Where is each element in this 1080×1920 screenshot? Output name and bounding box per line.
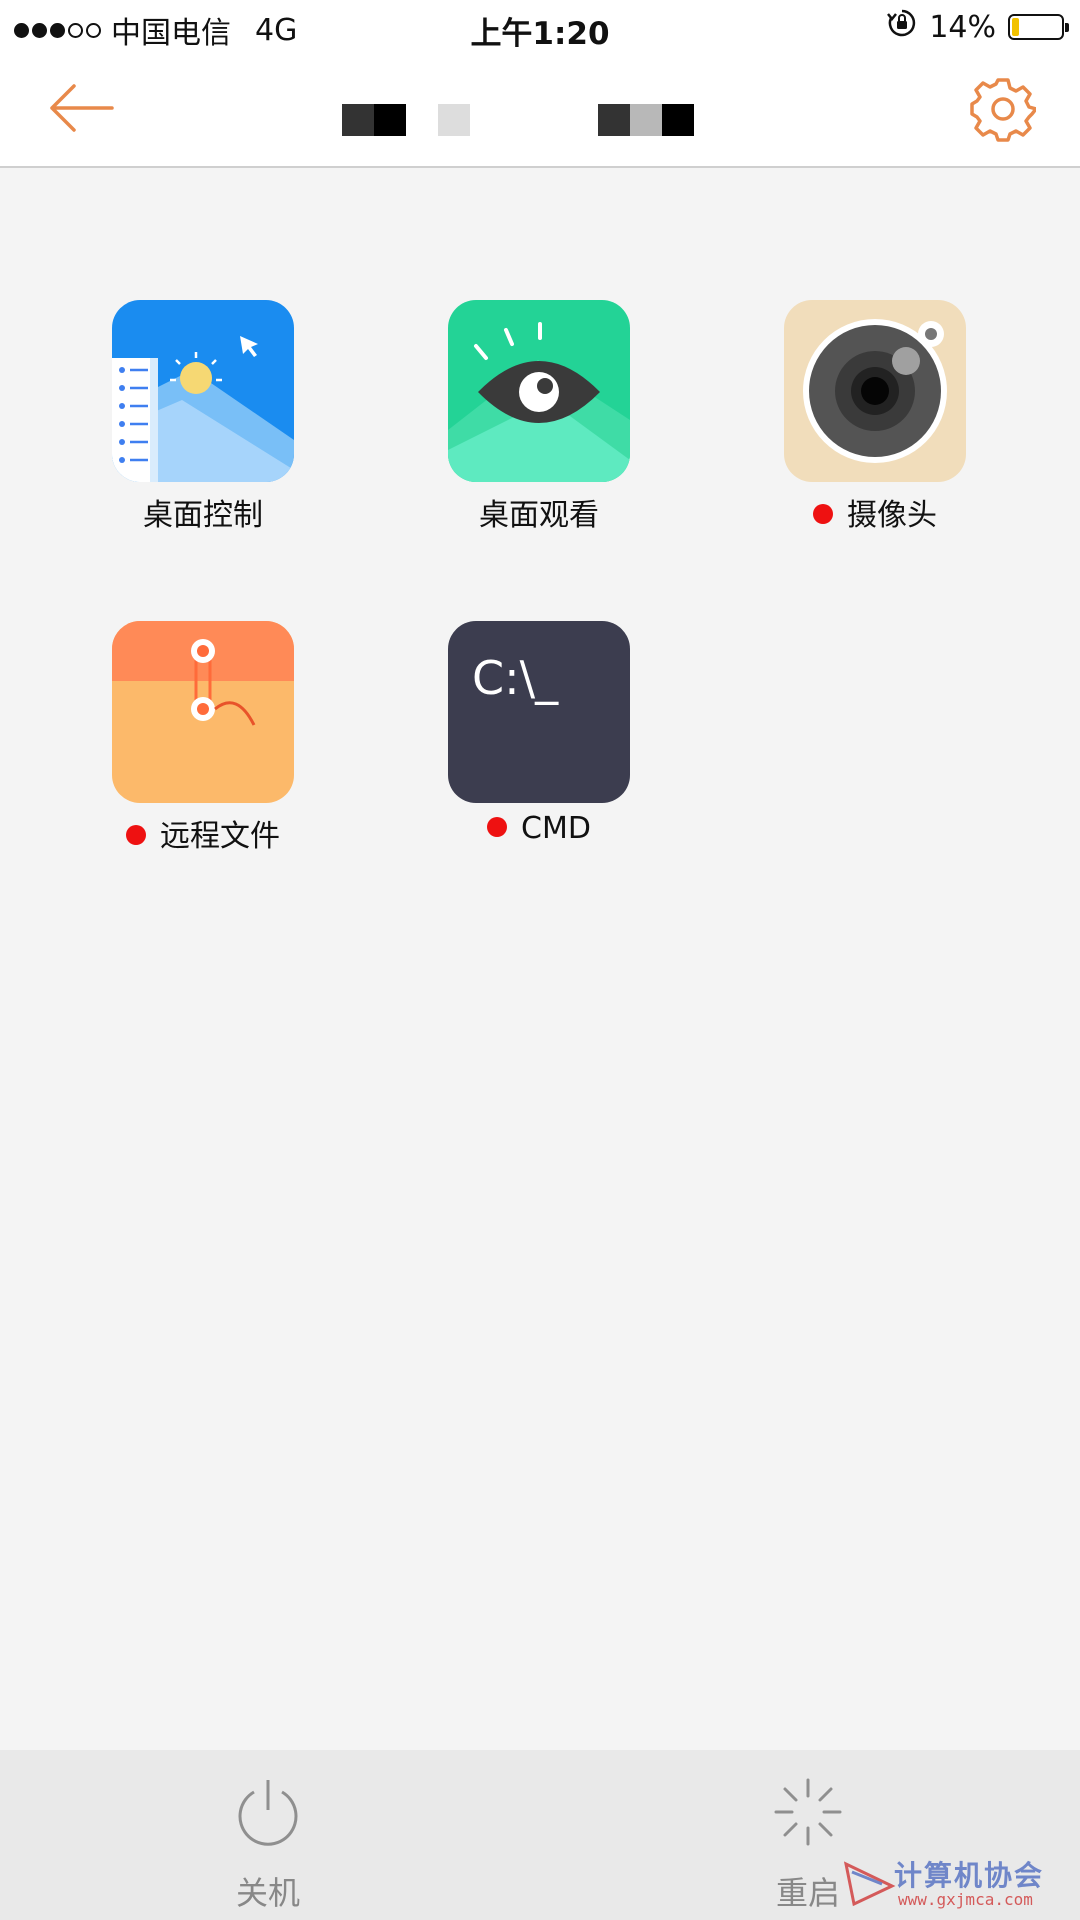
shutdown-button[interactable]: 关机 xyxy=(168,1750,368,1920)
status-dot xyxy=(813,503,833,524)
spinner-icon xyxy=(774,1778,842,1846)
terminal-icon: C:\_ xyxy=(448,621,630,803)
app-label: 摄像头 xyxy=(734,490,1016,534)
status-dot xyxy=(487,816,508,837)
desktop-control-icon xyxy=(112,300,294,482)
app-label: 桌面观看 xyxy=(479,498,599,533)
bottom-toolbar: 关机 重启 计算机协会 www.gxjmca.com xyxy=(0,1750,1080,1920)
app-desktop-control[interactable]: 桌面控制 xyxy=(62,300,312,550)
camera-icon xyxy=(784,300,966,482)
battery-level xyxy=(1012,18,1019,36)
gear-icon xyxy=(970,78,1038,142)
watermark: 计算机协会 www.gxjmca.com xyxy=(842,1854,1072,1914)
battery-icon xyxy=(1008,14,1069,40)
file-folder-icon xyxy=(112,621,294,803)
navigation-bar xyxy=(0,54,1080,168)
back-button[interactable] xyxy=(46,80,118,136)
terminal-prompt: C:\_ xyxy=(472,651,559,705)
shutdown-label: 关机 xyxy=(235,1874,300,1912)
rotation-lock-icon xyxy=(887,8,917,46)
battery-percent: 14% xyxy=(929,9,996,45)
watermark-text: 计算机协会 xyxy=(894,1859,1045,1892)
app-camera[interactable]: 摄像头 xyxy=(734,300,984,550)
app-label: 远程文件 xyxy=(62,811,344,855)
status-dot xyxy=(126,824,146,845)
arrow-left-icon xyxy=(50,84,114,132)
eye-icon xyxy=(448,300,630,482)
app-label: 桌面控制 xyxy=(143,498,263,533)
app-label: CMD xyxy=(398,811,680,846)
status-right: 14% xyxy=(887,8,1069,46)
app-desktop-view[interactable]: 桌面观看 xyxy=(398,300,648,550)
power-icon xyxy=(238,1780,298,1846)
app-cmd[interactable]: C:\_ CMD xyxy=(398,621,648,871)
device-name-redacted xyxy=(340,104,700,140)
settings-button[interactable] xyxy=(970,76,1038,142)
status-bar: 中国电信 4G 上午1:20 14% xyxy=(0,0,1080,54)
app-remote-files[interactable]: 远程文件 xyxy=(62,621,312,871)
watermark-url: www.gxjmca.com xyxy=(898,1890,1033,1909)
watermark-logo xyxy=(843,1861,896,1907)
